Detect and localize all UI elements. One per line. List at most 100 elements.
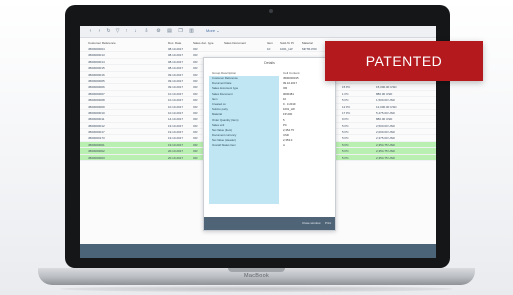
cell-net-value: 2,000.00 USD (376, 130, 395, 135)
cell-quantity: 5 PC (342, 149, 349, 154)
cell-doc-date: 09.10.2017 (168, 78, 184, 83)
cell-item: 10 (267, 47, 271, 51)
sort-icon[interactable]: ↑ (124, 29, 129, 34)
cell-customer-reference: 4500000010 (88, 110, 105, 115)
field-column-header: Group Description (212, 71, 237, 75)
col-sales-document[interactable]: Sales Document (224, 41, 246, 45)
col-sold-to[interactable]: Sold-To Pt (280, 41, 294, 45)
cell-net-value: 5,475.00 USD (376, 110, 395, 115)
close-window-button[interactable]: Close window (302, 221, 321, 225)
cell-doc-date: 10.10.2017 (168, 91, 184, 96)
cell-net-value: 2,354.75 USD (376, 155, 395, 160)
cell-customer-reference: 4500000006 (88, 85, 105, 90)
cell-sales-doc-type: OR (193, 117, 198, 122)
cell-doc-date: 09.10.2017 (168, 85, 184, 90)
cell-doc-date: 09.10.2017 (168, 72, 184, 77)
cell-sales-doc-type: OR (193, 104, 198, 109)
copy-icon[interactable]: ❐ (178, 29, 183, 34)
cell-quantity: 17 PC (342, 110, 351, 115)
laptop-notch (228, 268, 285, 272)
cell-customer-reference: 4500000009 (88, 104, 105, 109)
cell-customer-reference: 4500000001 (88, 142, 105, 147)
cell-net-value: 12,000.00 USD (376, 104, 397, 109)
patented-badge: PATENTED (325, 41, 483, 81)
cell-doc-date: 19.10.2017 (168, 130, 184, 135)
cell-net-value: 2,354.75 USD (376, 142, 395, 147)
cell-sales-doc-type: OR (193, 78, 198, 83)
value-column-header: Cell Content (283, 71, 300, 75)
cell-doc-date: 10.10.2017 (168, 104, 184, 109)
cell-quantity: 5 PC (342, 130, 349, 135)
cell-sales-doc-type: OR (193, 98, 198, 103)
cell-net-value: 2,500.00 USD (376, 123, 395, 128)
cell-net-value: 2,354.75 USD (376, 149, 395, 154)
cell-customer-reference: 4500000011 (88, 117, 105, 122)
cell-quantity: 5 PC (342, 98, 349, 103)
cell-sales-doc-type: OR (193, 85, 198, 90)
back-icon[interactable]: ‹ (88, 29, 93, 34)
sort-desc-icon[interactable]: ↓ (133, 29, 138, 34)
col-customer-reference[interactable]: Customer Reference (88, 41, 116, 45)
cell-net-value: 15,000.00 USD (376, 85, 397, 90)
cell-sales-doc-type: OR (193, 136, 198, 141)
cell-net-value: 2,375.00 USD (376, 136, 395, 141)
settings-icon[interactable]: ⚙ (156, 29, 161, 34)
col-sales-doc-type[interactable]: Sales doc. type (193, 41, 214, 45)
refresh-icon[interactable]: ↻ (106, 29, 111, 34)
cell-quantity: 5 PC (342, 155, 349, 160)
cell-quantity: 15 PC (342, 85, 351, 90)
cell-doc-date: 08.10.2017 (168, 66, 184, 71)
toolbar: ‹ › ↻ ▽ ↑ ↓ ⇩ ⚙ ▤ ❐ ▥ More ⌄ (80, 26, 436, 38)
cell-sales-doc-type: OR (193, 155, 198, 160)
more-menu-button[interactable]: More ⌄ (206, 28, 220, 33)
col-doc-date[interactable]: Doc. Date (168, 41, 181, 45)
cell-quantity: 5 PC (342, 123, 349, 128)
cell-sales-doc-type: OR (193, 142, 198, 147)
cell-sales-doc-type: OR (193, 47, 198, 51)
cell-customer-reference: 4500000012 (88, 123, 105, 128)
cell-doc-date: 20.10.2017 (168, 149, 184, 154)
cell-customer-reference: 4500000007 (88, 91, 105, 96)
cell-customer-reference: 4500000015 (88, 66, 105, 71)
cell-quantity: 5 PC (342, 136, 349, 141)
cell-sold-to: 1001_LW (280, 47, 293, 51)
cell-doc-date: 14.10.2017 (168, 117, 184, 122)
filter-icon[interactable]: ▽ (115, 29, 120, 34)
forward-icon[interactable]: › (97, 29, 102, 34)
laptop-shadow (60, 286, 453, 292)
brand-label: MacBook (243, 273, 270, 279)
cell-net-value: 880.00 USD (376, 91, 393, 96)
value-list: 4500000015 09.10.2017 OR 0000481 10 9 . 3.201… (281, 76, 331, 149)
cell-sales-doc-type: OR (193, 53, 198, 58)
cell-net-value: 880.00 USD (376, 117, 393, 122)
cell-material: MFTR-P00 (302, 47, 317, 51)
print-button[interactable]: Print (325, 221, 331, 225)
cell-doc-date: 19.10.2017 (168, 142, 184, 147)
chart-icon[interactable]: ▥ (189, 29, 194, 34)
cell-customer-reference: 4500000173 (88, 136, 105, 141)
dialog-field-label: Overall Status Item (212, 143, 236, 148)
cell-doc-date: 19.10.2017 (168, 123, 184, 128)
cell-customer-reference: 4500000004 (88, 47, 105, 51)
cell-doc-date: 08.10.2017 (168, 53, 184, 58)
field-list: Customer Reference Document Date Sales doc… (209, 76, 279, 204)
col-item[interactable]: Item (267, 41, 273, 45)
dialog-footer: Close window Print (204, 217, 335, 230)
cell-sales-doc-type: OR (193, 149, 198, 154)
cell-net-value: 1,500.00 USD (376, 98, 395, 103)
cell-sales-doc-type: OR (193, 66, 198, 71)
col-material[interactable]: Material (302, 41, 313, 45)
export-icon[interactable]: ⇩ (144, 29, 149, 34)
cell-sales-doc-type: OR (193, 130, 198, 135)
details-dialog: Details × Group Description Cell Content… (203, 57, 336, 231)
status-bar (80, 244, 436, 258)
cell-customer-reference: 4500000005 (88, 78, 105, 83)
dialog-title: Details (264, 61, 275, 65)
camera (269, 9, 273, 13)
print-icon[interactable]: ▤ (167, 29, 172, 34)
cell-customer-reference: 4500000002 (88, 149, 105, 154)
cell-customer-reference: 4500000008 (88, 98, 105, 103)
dialog-field-value: A (283, 143, 285, 148)
cell-doc-date: 08.10.2017 (168, 59, 184, 64)
cell-doc-date: 10.10.2017 (168, 98, 184, 103)
